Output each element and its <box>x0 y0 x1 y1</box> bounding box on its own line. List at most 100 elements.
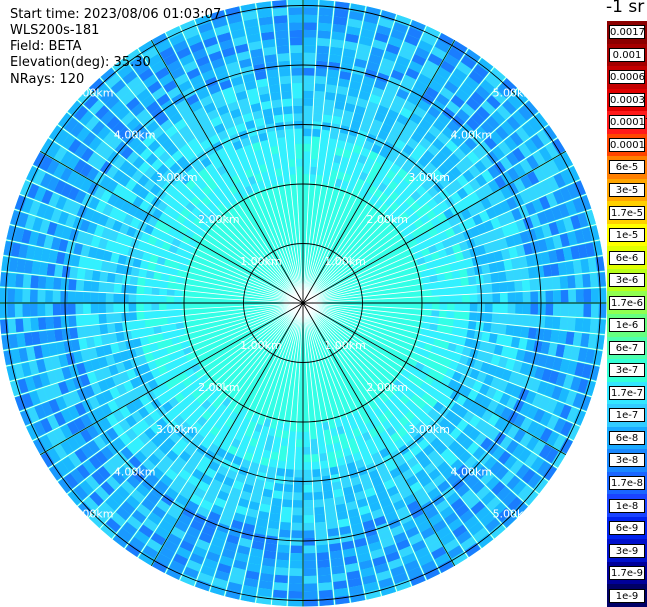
range-gate <box>316 45 330 54</box>
range-gate <box>317 37 330 47</box>
range-gate <box>553 303 561 316</box>
range-gate <box>316 167 324 176</box>
range-gate <box>469 285 478 294</box>
colorbar-tick-label: 1.7e-9 <box>609 566 645 581</box>
range-ring-label: 3.00km <box>408 423 450 436</box>
colorbar-tick-label: 1e-7 <box>609 408 645 423</box>
range-gate <box>279 75 291 85</box>
range-gate <box>174 316 184 323</box>
range-gate <box>52 303 61 316</box>
range-gate <box>537 291 546 303</box>
range-gate <box>303 158 311 167</box>
colorbar-tick-label: 0.0006 <box>609 70 645 85</box>
range-gate <box>167 316 176 324</box>
range-gate <box>322 482 333 492</box>
range-gate <box>294 469 303 478</box>
lidar-ppi-display: 1.00km 1.00km 1.00km 1.00km 2.00km 2.00km 2.00… <box>0 0 647 607</box>
colorbar-swatch: 1.7e-7 <box>607 381 647 405</box>
range-gate <box>314 90 325 100</box>
range-gate <box>264 54 277 64</box>
range-gate <box>283 174 290 184</box>
range-gate <box>559 276 569 289</box>
range-gate <box>289 37 303 46</box>
range-gate <box>521 279 531 291</box>
range-gate <box>505 325 515 336</box>
range-gate <box>60 303 69 315</box>
range-gate <box>536 316 546 328</box>
range-gate <box>329 54 342 64</box>
range-gate <box>560 289 569 303</box>
range-gate <box>292 507 303 516</box>
colorbar: 0.0017 0.001 0.0006 0.0003 0.00017 0.0001 6e-5… <box>607 21 647 607</box>
range-gate <box>7 318 17 334</box>
range-gate <box>506 281 516 292</box>
range-gate <box>507 292 516 303</box>
range-gate <box>446 287 455 296</box>
range-gate <box>105 303 114 313</box>
range-gate <box>313 491 324 500</box>
range-gate <box>291 537 303 546</box>
range-gate <box>303 545 316 554</box>
range-gate <box>291 530 303 539</box>
range-gate <box>91 325 101 336</box>
range-gate <box>144 278 154 287</box>
range-gate <box>462 303 470 312</box>
range-gate <box>289 22 303 31</box>
range-gate <box>128 312 137 321</box>
colorbar-swatch: 1e-7 <box>607 404 647 428</box>
range-gate <box>315 521 327 531</box>
range-gate <box>282 491 293 500</box>
range-gate <box>303 0 318 8</box>
range-gate <box>330 557 344 567</box>
range-gate <box>324 497 335 507</box>
range-gate <box>458 328 468 338</box>
range-gate <box>515 292 524 303</box>
range-gate <box>491 282 500 293</box>
range-gate <box>320 467 330 477</box>
range-gate <box>159 310 168 318</box>
range-gate <box>303 14 318 23</box>
range-gate <box>590 288 599 303</box>
range-gate <box>303 560 317 569</box>
colorbar-swatch: 0.0001 <box>607 133 647 157</box>
range-gate <box>574 318 584 332</box>
range-gate <box>327 527 340 537</box>
range-gate <box>288 438 296 447</box>
range-gate <box>293 105 303 114</box>
range-gate <box>545 290 554 303</box>
range-gate <box>431 289 440 296</box>
colorbar-swatch: 3e-8 <box>607 449 647 473</box>
range-gate <box>37 317 47 330</box>
range-gate <box>286 461 295 470</box>
range-gate <box>303 462 312 470</box>
range-gate <box>520 326 530 338</box>
range-gate <box>315 68 327 77</box>
range-gate <box>589 318 599 334</box>
range-gate <box>438 288 447 296</box>
range-gate <box>288 598 303 607</box>
range-gate <box>91 270 101 281</box>
range-gate <box>318 15 333 24</box>
range-gate <box>492 303 501 313</box>
range-gate <box>303 492 313 501</box>
range-gate <box>84 269 94 281</box>
range-gate <box>303 568 317 577</box>
range-gate <box>469 303 478 312</box>
range-gate <box>128 285 137 294</box>
range-gate <box>291 60 303 69</box>
range-ring-label: 3.00km <box>156 171 198 184</box>
range-ring-label: 3.00km <box>408 171 450 184</box>
range-gate <box>129 320 139 330</box>
range-gate <box>316 544 329 553</box>
range-gate <box>567 275 576 289</box>
range-gate <box>29 303 38 317</box>
range-gate <box>113 303 122 313</box>
range-ring-label: 1.00km <box>240 255 282 268</box>
range-gate <box>318 582 333 591</box>
range-gate <box>313 113 323 122</box>
range-gate <box>303 500 314 508</box>
range-gate <box>272 0 287 9</box>
range-gate <box>317 567 331 576</box>
range-gate <box>285 128 294 137</box>
range-gate <box>313 484 323 493</box>
